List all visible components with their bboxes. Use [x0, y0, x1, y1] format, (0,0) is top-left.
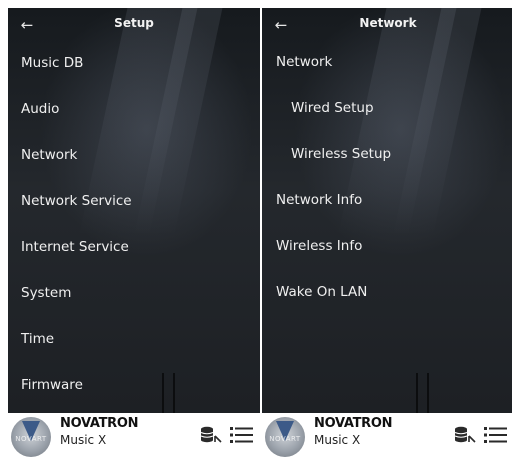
device-logo: NOVART	[265, 417, 305, 457]
menu-item-wired-setup[interactable]: Wired Setup	[262, 91, 512, 125]
menu-item-network[interactable]: Network	[262, 45, 512, 79]
menu-item-music-db[interactable]: Music DB	[8, 46, 260, 80]
page-title: Network	[359, 16, 417, 30]
logo-text: NOVART	[15, 435, 47, 443]
menu-item-firmware[interactable]: Firmware	[8, 368, 260, 402]
menu-item-audio[interactable]: Audio	[8, 92, 260, 126]
device-brand: NOVATRON	[314, 416, 393, 431]
menu-item-system[interactable]: System	[8, 276, 260, 310]
device-model: Music X	[60, 433, 107, 447]
top-bar: ← Setup	[8, 8, 260, 42]
device-model: Music X	[314, 433, 361, 447]
device-logo: NOVART	[11, 417, 51, 457]
list-icon[interactable]	[484, 426, 508, 444]
menu-item-time[interactable]: Time	[8, 322, 260, 356]
database-icon[interactable]	[454, 426, 476, 444]
menu-item-wireless-info[interactable]: Wireless Info	[262, 229, 512, 263]
menu-item-wake-on-lan[interactable]: Wake On LAN	[262, 275, 512, 309]
top-bar: ← Network	[262, 8, 512, 42]
network-screen: ← Network Network Wired Setup Wireless S…	[262, 8, 512, 413]
now-playing-bar[interactable]: NOVART NOVATRON Music X	[8, 413, 260, 457]
menu-item-network[interactable]: Network	[8, 138, 260, 172]
setup-screen: ← Setup Music DB Audio Network Network S…	[8, 8, 260, 413]
logo-text: NOVART	[269, 435, 301, 443]
list-icon[interactable]	[230, 426, 254, 444]
device-brand: NOVATRON	[60, 416, 139, 431]
menu-item-network-info[interactable]: Network Info	[262, 183, 512, 217]
menu-item-internet-service[interactable]: Internet Service	[8, 230, 260, 264]
menu-item-network-service[interactable]: Network Service	[8, 184, 260, 218]
now-playing-bar[interactable]: NOVART NOVATRON Music X	[262, 413, 512, 457]
database-icon[interactable]	[200, 426, 222, 444]
page-title: Setup	[114, 16, 154, 30]
menu-item-wireless-setup[interactable]: Wireless Setup	[262, 137, 512, 171]
background-poles	[412, 373, 442, 413]
